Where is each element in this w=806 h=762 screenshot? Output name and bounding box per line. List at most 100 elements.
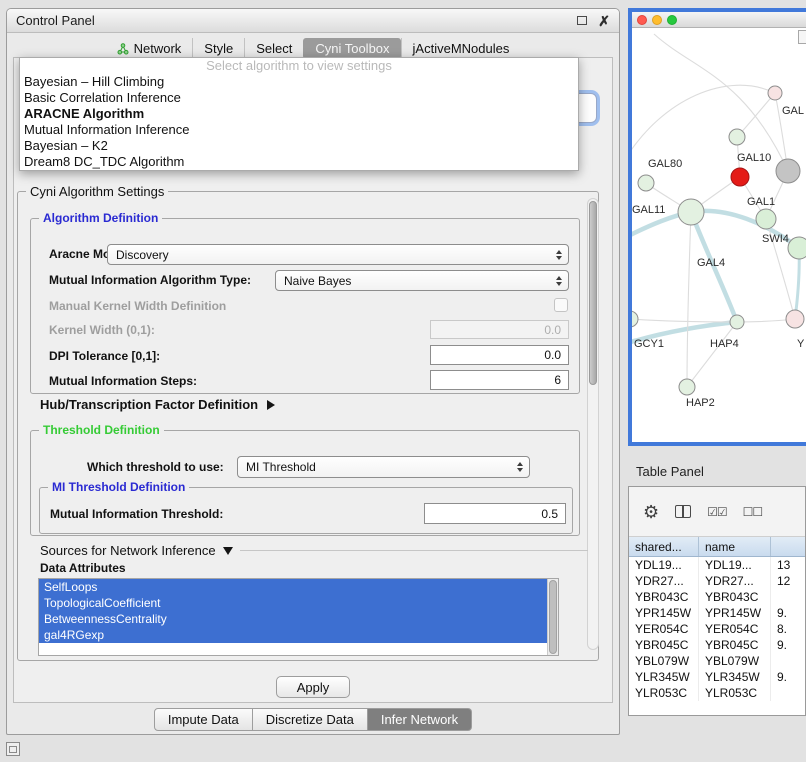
deselect-all-icon[interactable]: ☐☐	[743, 505, 763, 519]
control-panel-titlebar[interactable]: Control Panel ✗	[7, 9, 619, 33]
tab-discretize-data[interactable]: Discretize Data	[253, 708, 368, 731]
column-header-name[interactable]: name	[699, 537, 771, 556]
gear-icon[interactable]: ⚙	[643, 503, 659, 521]
popup-item[interactable]: Dream8 DC_TDC Algorithm	[20, 154, 578, 170]
network-canvas[interactable]: GAL GAL80 GAL10 GAL11 GAL1 SWI4 GAL4 GCY…	[632, 28, 806, 442]
attribute-item[interactable]: SelfLoops	[39, 579, 547, 595]
attributes-scrollbar[interactable]	[547, 579, 558, 655]
network-node[interactable]	[730, 315, 744, 329]
network-node[interactable]	[632, 311, 638, 327]
tab-network[interactable]: Network	[106, 38, 193, 59]
table-cell[interactable]: YLR053C	[629, 685, 699, 701]
table-cell[interactable]: YBL079W	[629, 653, 699, 669]
table-cell[interactable]: YER054C	[699, 621, 771, 637]
mi-threshold-field[interactable]: 0.5	[424, 503, 566, 524]
settings-scrollbar[interactable]	[587, 198, 599, 650]
popup-item[interactable]: Bayesian – Hill Climbing	[20, 74, 578, 90]
popup-item[interactable]: Mutual Information Inference	[20, 122, 578, 138]
network-node[interactable]	[786, 310, 804, 328]
table-row[interactable]: YDR27...YDR27...12	[629, 573, 805, 589]
table-cell[interactable]	[771, 685, 805, 701]
kernel-width-field[interactable]: 0.0	[430, 320, 569, 339]
minimize-traffic-button[interactable]	[652, 15, 662, 25]
table-row[interactable]: YBL079WYBL079W	[629, 653, 805, 669]
hub-section-toggle[interactable]: Hub/Transcription Factor Definition	[40, 397, 275, 412]
mi-type-select[interactable]: Naive Bayes	[275, 270, 569, 291]
table-cell[interactable]: YLR345W	[699, 669, 771, 685]
table-cell[interactable]: 9.	[771, 669, 805, 685]
popup-item-selected[interactable]: ARACNE Algorithm	[20, 106, 578, 122]
network-edge[interactable]	[632, 85, 775, 158]
select-all-icon[interactable]: ☑☑	[707, 505, 727, 519]
attribute-item[interactable]: gal4RGexp	[39, 627, 547, 643]
table-cell[interactable]: YDR27...	[629, 573, 699, 589]
float-window-button[interactable]	[577, 16, 587, 25]
zoom-traffic-button[interactable]	[667, 15, 677, 25]
table-cell[interactable]: 8.	[771, 621, 805, 637]
table-row[interactable]: YDL19...YDL19...13	[629, 557, 805, 573]
tab-style[interactable]: Style	[192, 38, 244, 59]
which-threshold-select[interactable]: MI Threshold	[237, 456, 530, 478]
network-node[interactable]	[768, 86, 782, 100]
corner-panel-icon[interactable]	[6, 742, 20, 756]
canvas-scroll-button[interactable]	[798, 30, 806, 44]
table-cell[interactable]: YDR27...	[699, 573, 771, 589]
network-edge[interactable]	[632, 319, 737, 322]
network-node[interactable]	[679, 379, 695, 395]
network-window-titlebar[interactable]	[632, 12, 806, 28]
table-cell[interactable]: 9.	[771, 637, 805, 653]
attributes-scrollbar-thumb[interactable]	[549, 580, 557, 654]
manual-kernel-checkbox[interactable]	[554, 298, 568, 312]
network-edge[interactable]	[737, 93, 775, 137]
network-node-gal10[interactable]	[731, 168, 749, 186]
aracne-mode-select[interactable]: Discovery	[107, 244, 569, 265]
tab-select[interactable]: Select	[244, 38, 303, 59]
table-row[interactable]: YPR145WYPR145W9.	[629, 605, 805, 621]
network-graph[interactable]: GAL GAL80 GAL10 GAL11 GAL1 SWI4 GAL4 GCY…	[632, 28, 806, 442]
attribute-item[interactable]: BetweennessCentrality	[39, 611, 547, 627]
column-header-shared-name[interactable]: shared...	[629, 537, 699, 556]
settings-scrollbar-thumb[interactable]	[589, 201, 597, 385]
table-cell[interactable]: YBL079W	[699, 653, 771, 669]
table-cell[interactable]	[771, 589, 805, 605]
table-cell[interactable]: YBR043C	[629, 589, 699, 605]
tab-jactivemnodules[interactable]: jActiveMNodules	[401, 38, 521, 59]
attribute-item[interactable]: TopologicalCoefficient	[39, 595, 547, 611]
table-cell[interactable]: YPR145W	[699, 605, 771, 621]
table-cell[interactable]: YBR045C	[699, 637, 771, 653]
popup-item[interactable]: Basic Correlation Inference	[20, 90, 578, 106]
mi-steps-field[interactable]: 6	[430, 370, 569, 390]
dpi-tolerance-field[interactable]: 0.0	[430, 345, 569, 365]
network-node[interactable]	[788, 237, 806, 259]
close-icon[interactable]: ✗	[598, 14, 610, 28]
network-node[interactable]	[756, 209, 776, 229]
network-node[interactable]	[678, 199, 704, 225]
table-row[interactable]: YLR053CYLR053C	[629, 685, 805, 701]
close-traffic-button[interactable]	[637, 15, 647, 25]
table-cell[interactable]: 13	[771, 557, 805, 573]
table-cell[interactable]: YLR345W	[629, 669, 699, 685]
network-node[interactable]	[638, 175, 654, 191]
table-row[interactable]: YBR045CYBR045C9.	[629, 637, 805, 653]
table-cell[interactable]: YPR145W	[629, 605, 699, 621]
table-cell[interactable]: 9.	[771, 605, 805, 621]
network-edge[interactable]	[687, 322, 737, 387]
attributes-list[interactable]: SelfLoops TopologicalCoefficient Between…	[38, 578, 559, 656]
table-row[interactable]: YBR043CYBR043C	[629, 589, 805, 605]
network-edge[interactable]	[654, 34, 788, 171]
apply-button[interactable]: Apply	[276, 676, 350, 698]
network-edge[interactable]	[687, 212, 691, 387]
table-cell[interactable]: YER054C	[629, 621, 699, 637]
table-cell[interactable]: YLR053C	[699, 685, 771, 701]
table-cell[interactable]: YDL19...	[629, 557, 699, 573]
columns-icon[interactable]	[675, 505, 691, 518]
table-cell[interactable]: 12	[771, 573, 805, 589]
table-row[interactable]: YER054CYER054C8.	[629, 621, 805, 637]
table-cell[interactable]	[771, 653, 805, 669]
table-row[interactable]: YLR345WYLR345W9.	[629, 669, 805, 685]
column-header-extra[interactable]	[771, 537, 805, 556]
network-view-window[interactable]: GAL GAL80 GAL10 GAL11 GAL1 SWI4 GAL4 GCY…	[628, 8, 806, 446]
tab-infer-network[interactable]: Infer Network	[368, 708, 472, 731]
network-node[interactable]	[776, 159, 800, 183]
tab-cyni-toolbox[interactable]: Cyni Toolbox	[303, 38, 400, 59]
